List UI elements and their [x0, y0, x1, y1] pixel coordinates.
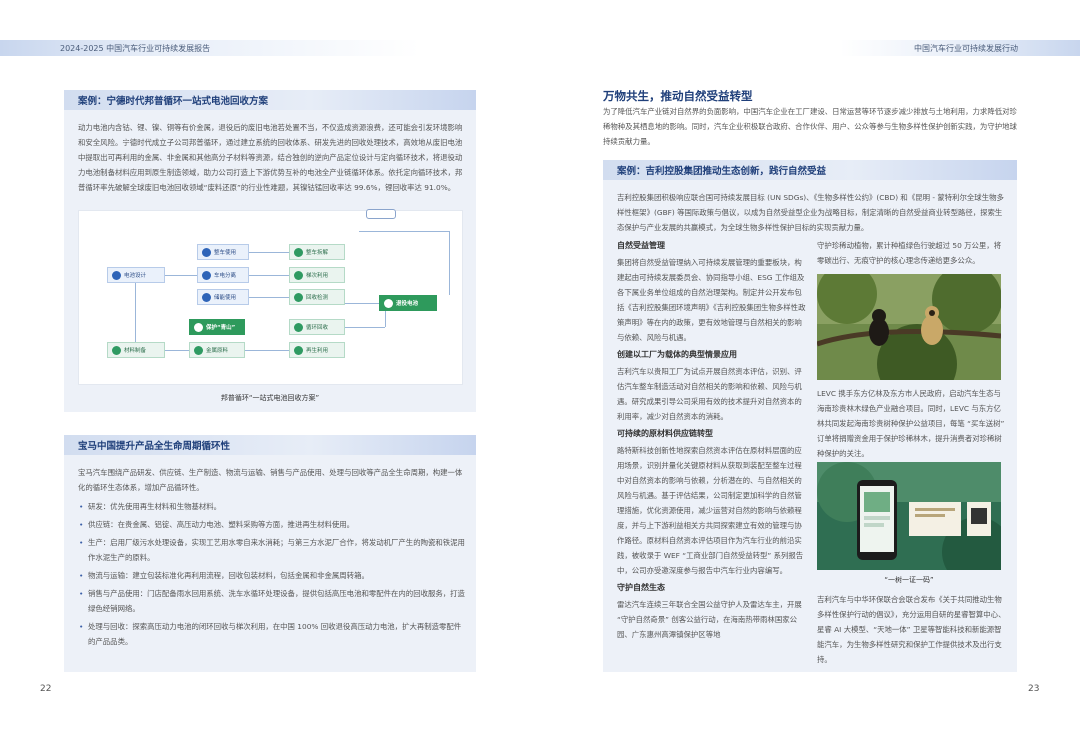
- case-bmw-title: 宝马中国提升产品全生命周期循环性: [64, 435, 476, 455]
- section-heading: 万物共生，推动自然受益转型: [603, 89, 753, 103]
- sec-protect-nature-title: 守护自然生态: [617, 583, 665, 592]
- flow-arrow: [385, 311, 386, 327]
- node-cascade-use: 梯次利用: [289, 267, 345, 283]
- node-recycle-check: 回收检测: [289, 289, 345, 305]
- sec-factory-scenario-text: 吉利汽车以贵阳工厂为试点开展自然资本评估，识别、评估汽车整车制造活动对自然相关的…: [617, 367, 802, 421]
- col2-bottom-text: 吉利汽车与中华环保联合会联合发布《关于共同推动生物多样性保护行动的倡议》，充分运…: [817, 595, 1006, 664]
- node-regeneration: 再生利用: [289, 342, 345, 358]
- node-vehicle-dismantle: 整车拆解: [289, 244, 345, 260]
- case-bmw-intro: 宝马汽车围绕产品研发、供应链、生产制造、物流与运输、销售与产品使用、处理与回收等…: [78, 468, 463, 492]
- flow-arrow: [249, 297, 289, 298]
- page-number-left: 22: [40, 684, 52, 694]
- bmw-bullet-rnd: 研发：优先使用再生材料和生物基材料。: [78, 499, 466, 514]
- recycle-icon: [294, 322, 303, 332]
- case-geely-title: 案例：吉利控股集团推动生态创新，践行自然受益: [603, 160, 1017, 180]
- header-left: 2024-2025 中国汽车行业可持续发展报告: [0, 40, 420, 56]
- cascade-icon: [294, 270, 303, 280]
- flow-arrow: [165, 350, 189, 351]
- sec-supply-chain-title: 可持续的原材料供应链转型: [617, 429, 713, 438]
- case-geely-intro: 吉利控股集团积极响应联合国可持续发展目标 (UN SDGs)、《生物多样性公约》…: [617, 193, 1004, 232]
- sec-nature-management-title: 自然受益管理: [617, 241, 665, 250]
- section-intro: 为了降低汽车产业链对自然界的负面影响，中国汽车企业在工厂建设、日常运营等环节逐步…: [603, 107, 1017, 146]
- col2-levc-text: LEVC 携手东方亿林及东方市人民政府，启动汽车生态与海南珍贵林木绿色产业融合项…: [817, 389, 1005, 458]
- flow-arrow: [345, 303, 379, 304]
- header-right: 中国汽车行业可持续发展行动: [840, 40, 1080, 56]
- storage-icon: [202, 292, 211, 302]
- check-icon: [294, 292, 303, 302]
- sec-nature-management-text: 集团将自然受益管理纳入可持续发展管理的重要板块，构建起由可持续发展委员会、协同指…: [617, 258, 806, 342]
- node-battery-swap: 车电分离: [197, 267, 249, 283]
- metal-icon: [194, 345, 203, 355]
- geely-column-2: 守护珍稀动植物，累计种植绿色行驶超过 50 万公里，将零碳出行、无痕守护的核心理…: [817, 238, 1007, 268]
- wrench-icon: [294, 247, 303, 257]
- node-metal-material: 金属原料: [189, 342, 245, 358]
- node-battery-design: 电池设计: [107, 267, 165, 283]
- case-bmw-bullets: 研发：优先使用再生材料和生物基材料。 供应链：在贵金属、铝锭、高压动力电池、塑料…: [78, 499, 466, 649]
- flow-arrow: [165, 275, 197, 276]
- header-right-title: 中国汽车行业可持续发展行动: [914, 43, 1018, 53]
- battery-recycling-diagram: 电池设计 整车使用 车电分离 储能使用 整车拆解 梯次利用 回收检测 退役电池 …: [78, 209, 463, 385]
- tree-photo-caption: “一树一证一码”: [884, 576, 934, 584]
- flow-arrow: [359, 231, 449, 232]
- case-catl-title: 案例：宁德时代邦普循环一站式电池回收方案: [64, 90, 476, 110]
- battery-icon: [384, 298, 393, 308]
- case-catl-text: 动力电池内含钴、锂、镍、铜等有价金属，退役后的废旧电池若处置不当，不仅造成资源浪…: [78, 123, 463, 192]
- bmw-bullet-supply-chain: 供应链：在贵金属、铝锭、高压动力电池、塑料采购等方面，推进再生材料使用。: [78, 517, 466, 532]
- gibbon-photo: [817, 274, 1001, 380]
- sec-supply-chain-text: 路特斯科技创新性地探索自然资本评估在原材料层面的应用场景，识别并量化关键原材料从…: [617, 446, 804, 575]
- flow-arrow: [249, 275, 289, 276]
- node-retired-battery: 退役电池: [379, 295, 437, 311]
- flow-arrow: [135, 283, 136, 342]
- flow-arrow: [249, 252, 289, 253]
- flow-arrow: [245, 350, 289, 351]
- car-icon: [202, 247, 211, 257]
- report-spread: 2024-2025 中国汽车行业可持续发展报告 中国汽车行业可持续发展行动 案例…: [0, 0, 1080, 733]
- node-storage-use: 储能使用: [197, 289, 249, 305]
- node-vehicle-use: 整车使用: [197, 244, 249, 260]
- case-catl: 案例：宁德时代邦普循环一站式电池回收方案 动力电池内含钴、锂、镍、铜等有价金属，…: [64, 90, 476, 412]
- case-bmw: 宝马中国提升产品全生命周期循环性 宝马汽车围绕产品研发、供应链、生产制造、物流与…: [64, 435, 476, 672]
- flow-arrow: [449, 231, 450, 295]
- sec-protect-nature-text: 雷达汽车连续三年联合全国公益守护人及雷达车主，开展 “守护自然奇景” 创客公益行…: [617, 600, 802, 639]
- leaf-icon: [294, 345, 303, 355]
- car-icon: [112, 270, 121, 280]
- tree-certificate-photo: [817, 462, 1001, 570]
- sec-factory-scenario-title: 创建以工厂为载体的典型情景应用: [617, 350, 737, 359]
- bmw-bullet-recycling: 处理与回收：探索高压动力电池的闭环回收与梯次利用，在中国 100% 回收退役高压…: [78, 619, 466, 649]
- flow-arrow: [345, 327, 385, 328]
- swap-icon: [202, 270, 211, 280]
- bmw-bullet-logistics: 物流与运输：建立包装标准化再利用流程，回收包装材料，包括金属和非金属周转箱。: [78, 568, 466, 583]
- header-left-title: 2024-2025 中国汽车行业可持续发展报告: [60, 43, 211, 53]
- diagram-caption: 邦普循环“一站式电池回收方案”: [220, 394, 320, 402]
- col2-top-text: 守护珍稀动植物，累计种植绿色行驶超过 50 万公里，将零碳出行、无痕守护的核心理…: [817, 241, 1002, 265]
- node-recycle-loop: 循环回收: [289, 319, 345, 335]
- bmw-bullet-sales: 销售与产品使用：门店配备雨水回用系统、洗车水循环处理设备，提供包括高压电池和零配…: [78, 586, 466, 616]
- case-geely: 案例：吉利控股集团推动生态创新，践行自然受益 吉利控股集团积极响应联合国可持续发…: [603, 160, 1017, 672]
- molecule-icon: [112, 345, 121, 355]
- connector-icon: [366, 209, 396, 219]
- mine-icon: [194, 322, 203, 332]
- node-protect-mountain: 保护“青山”: [189, 319, 245, 335]
- bmw-bullet-production: 生产：启用厂级污水处理设备，实现工艺用水零自来水消耗；与第三方水泥厂合作，将发动…: [78, 535, 466, 565]
- geely-column-1: 自然受益管理 集团将自然受益管理纳入可持续发展管理的重要板块，构建起由可持续发展…: [617, 238, 807, 642]
- node-material-prep: 材料制备: [107, 342, 165, 358]
- page-number-right: 23: [1028, 684, 1040, 694]
